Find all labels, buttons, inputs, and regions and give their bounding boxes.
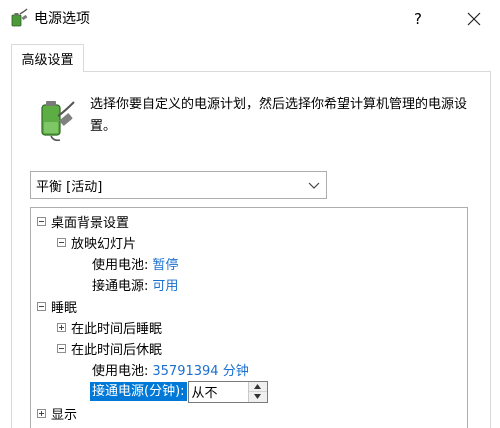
tree-item-label: 睡眠 [51, 301, 78, 316]
help-button-label: ? [414, 10, 422, 28]
setting-label: 接通电源: [92, 279, 149, 294]
tree-item-sleep-after[interactable]: 在此时间后睡眠 [57, 317, 162, 338]
expand-icon[interactable] [37, 409, 46, 418]
tree-item-label: 在此时间后休眠 [71, 343, 163, 358]
settings-tree[interactable]: 桌面背景设置 放映幻灯片 使用电池: 暂停 接通电源: 可用 睡眠 在此时间后睡… [30, 207, 468, 428]
minutes-input[interactable] [188, 381, 249, 402]
collapse-icon[interactable] [57, 238, 66, 247]
collapse-icon[interactable] [37, 217, 46, 226]
tree-setting-hibernate-plugged[interactable]: 接通电源(分钟): [90, 380, 268, 403]
title-bar: 电源选项 ? [0, 0, 500, 38]
tree-item-slideshow[interactable]: 放映幻灯片 [57, 232, 136, 253]
tree-setting-slideshow-plugged[interactable]: 接通电源: 可用 [92, 274, 178, 295]
tree-item-sleep[interactable]: 睡眠 [37, 296, 77, 317]
setting-label: 使用电池: [92, 258, 149, 273]
setting-label-selected: 接通电源(分钟): [90, 382, 187, 401]
minutes-spinbox[interactable] [187, 380, 268, 403]
power-plan-select[interactable]: 平衡 [活动] [30, 171, 327, 199]
spin-down-button[interactable] [249, 392, 267, 402]
setting-value[interactable]: 35791394 分钟 [152, 360, 248, 379]
tree-item-label: 桌面背景设置 [51, 216, 130, 231]
tree-item-label: 在此时间后睡眠 [71, 322, 163, 337]
tree-setting-hibernate-battery[interactable]: 使用电池: 35791394 分钟 [92, 359, 249, 380]
chevron-down-icon [308, 182, 320, 189]
tab-advanced-settings[interactable]: 高级设置 [11, 44, 84, 72]
help-button[interactable]: ? [395, 0, 441, 38]
close-button[interactable] [448, 0, 500, 38]
setting-value[interactable]: 可用 [152, 275, 178, 294]
tab-label: 高级设置 [21, 53, 74, 68]
tree-item-label: 显示 [51, 408, 78, 423]
collapse-icon[interactable] [37, 302, 46, 311]
close-icon [467, 12, 481, 26]
tree-item-label: 放映幻灯片 [71, 237, 137, 252]
arrow-up-icon [254, 383, 262, 389]
setting-value[interactable]: 暂停 [152, 254, 178, 273]
setting-label: 使用电池: [92, 364, 149, 379]
expand-icon[interactable] [57, 323, 66, 332]
description-text: 选择你要自定义的电源计划，然后选择你希望计算机管理的电源设置。 [90, 97, 468, 134]
collapse-icon[interactable] [57, 344, 66, 353]
tree-item-desktop-background[interactable]: 桌面背景设置 [37, 211, 129, 232]
tree-item-display[interactable]: 显示 [37, 403, 77, 424]
battery-plug-icon [41, 101, 75, 142]
arrow-down-icon [254, 394, 262, 399]
window-title: 电源选项 [34, 11, 90, 27]
spin-buttons [247, 381, 267, 402]
tree-item-hibernate-after[interactable]: 在此时间后休眠 [57, 338, 162, 359]
tree-setting-slideshow-battery[interactable]: 使用电池: 暂停 [92, 253, 178, 274]
power-plan-value: 平衡 [活动] [36, 179, 103, 195]
spin-up-button[interactable] [248, 382, 267, 392]
power-options-icon [11, 8, 28, 27]
